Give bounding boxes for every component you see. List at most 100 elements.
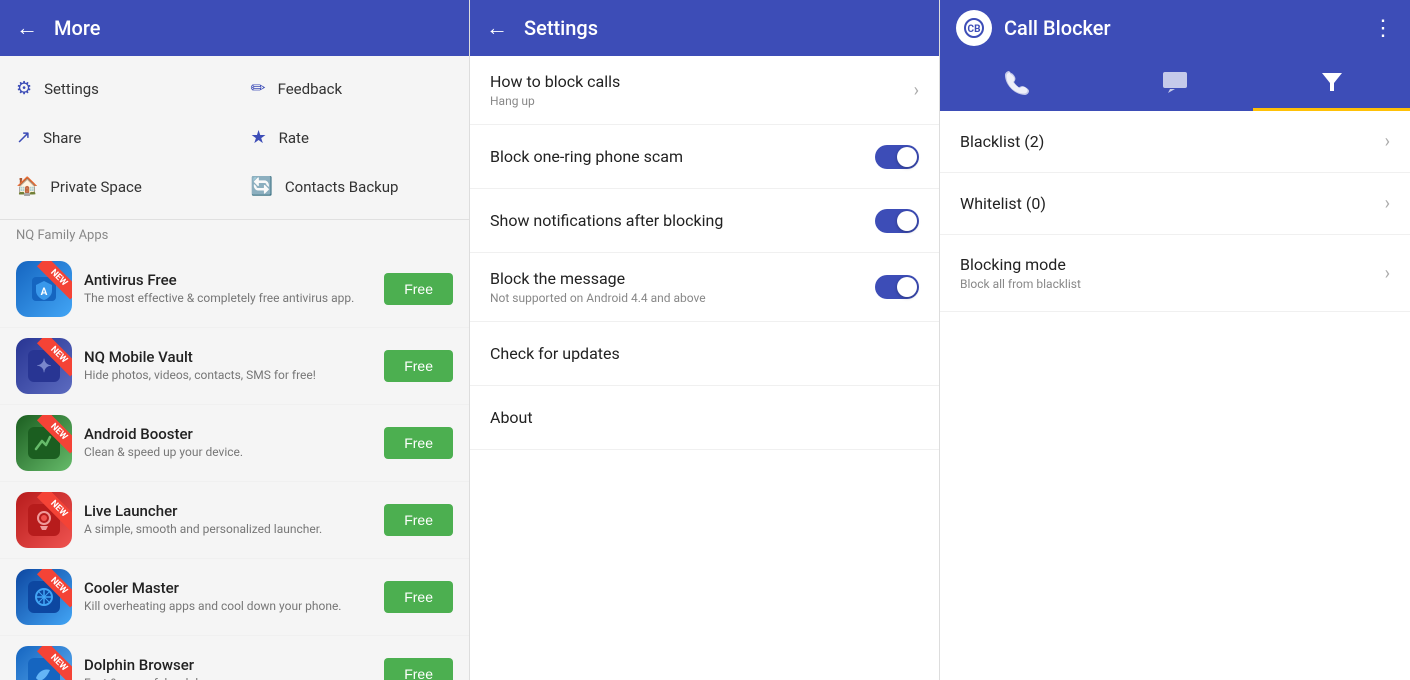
app-name: Antivirus Free [84,271,372,289]
install-button[interactable]: Free [384,658,453,680]
contacts-backup-icon: 🔄 [251,176,273,197]
toggle-notifications[interactable] [875,209,919,233]
list-item[interactable]: ✦ NQ Mobile Vault Hide photos, videos, c… [0,328,469,405]
cb-item-title: Blacklist (2) [960,132,1044,151]
app-info: Antivirus Free The most effective & comp… [84,271,372,307]
left-title: More [54,16,453,40]
svg-text:A: A [41,287,48,298]
menu-feedback[interactable]: ✏ Feedback [235,64,470,113]
settings-item-title: Show notifications after blocking [490,211,875,230]
feedback-label: Feedback [278,80,343,98]
left-header: ← More [0,0,469,56]
cb-item-content: Blocking mode Block all from blacklist [960,255,1081,291]
app-list: A Antivirus Free The most effective & co… [0,251,469,680]
settings-item-one-ring[interactable]: Block one-ring phone scam [470,125,939,189]
settings-item-content: About [490,408,919,427]
app-icon-antivirus: A [16,261,72,317]
tab-calls[interactable] [940,56,1097,108]
install-button[interactable]: Free [384,504,453,536]
app-info: Cooler Master Kill overheating apps and … [84,579,372,615]
rate-label: Rate [279,129,309,147]
cb-item-blacklist[interactable]: Blacklist (2) › [940,111,1410,173]
settings-item-check-updates[interactable]: Check for updates [470,322,939,386]
app-icon-vault: ✦ [16,338,72,394]
back-arrow-middle[interactable]: ← [486,15,508,41]
list-item[interactable]: Android Booster Clean & speed up your de… [0,405,469,482]
toggle-block-message[interactable] [875,275,919,299]
app-info: Live Launcher A simple, smooth and perso… [84,502,372,538]
settings-icon: ⚙ [16,78,32,99]
list-item[interactable]: Dolphin Browser Fast & powerful web brow… [0,636,469,680]
settings-item-title: About [490,408,919,427]
private-space-label: Private Space [50,178,141,196]
list-item[interactable]: A Antivirus Free The most effective & co… [0,251,469,328]
rate-icon: ★ [251,127,267,148]
cb-item-whitelist[interactable]: Whitelist (0) › [940,173,1410,235]
cb-item-content: Whitelist (0) [960,194,1046,213]
app-icon-booster [16,415,72,471]
app-desc: Clean & speed up your device. [84,445,372,461]
three-dots-menu[interactable]: ⋮ [1372,16,1394,41]
call-blocker-title: Call Blocker [1004,16,1360,40]
cb-item-blocking-mode[interactable]: Blocking mode Block all from blacklist › [940,235,1410,312]
left-panel: ← More ⚙ Settings ✏ Feedback ↗ Share ★ R… [0,0,470,680]
svg-text:CB: CB [968,24,981,35]
menu-contacts-backup[interactable]: 🔄 Contacts Backup [235,162,470,211]
settings-list: How to block calls Hang up › Block one-r… [470,56,939,680]
app-desc: Fast & powerful web browser. [84,676,372,680]
settings-item-title: Block the message [490,269,875,288]
chevron-icon: › [1385,263,1390,284]
call-blocker-header: CB Call Blocker ⋮ [940,0,1410,56]
chevron-icon: › [1385,131,1390,152]
menu-grid: ⚙ Settings ✏ Feedback ↗ Share ★ Rate 🏠 P… [0,56,469,220]
app-name: Cooler Master [84,579,372,597]
chevron-icon: › [1385,193,1390,214]
menu-private-space[interactable]: 🏠 Private Space [0,162,235,211]
back-arrow-left[interactable]: ← [16,15,38,41]
toggle-one-ring[interactable] [875,145,919,169]
settings-item-block-message[interactable]: Block the message Not supported on Andro… [470,253,939,322]
middle-panel: ← Settings How to block calls Hang up › … [470,0,940,680]
call-blocker-logo: CB [956,10,992,46]
install-button[interactable]: Free [384,427,453,459]
share-label: Share [43,129,81,147]
app-name: NQ Mobile Vault [84,348,372,366]
svg-text:✦: ✦ [36,356,51,377]
settings-label: Settings [44,80,99,98]
middle-header: ← Settings [470,0,939,56]
nq-section-label: NQ Family Apps [0,220,469,251]
settings-item-title: How to block calls [490,72,914,91]
middle-title: Settings [524,16,923,40]
list-item[interactable]: Live Launcher A simple, smooth and perso… [0,482,469,559]
app-desc: Kill overheating apps and cool down your… [84,599,372,615]
settings-item-sub: Not supported on Android 4.4 and above [490,291,875,305]
tab-messages[interactable] [1097,56,1254,108]
list-item[interactable]: Cooler Master Kill overheating apps and … [0,559,469,636]
settings-item-block-calls[interactable]: How to block calls Hang up › [470,56,939,125]
tab-bar [940,56,1410,111]
settings-item-content: How to block calls Hang up [490,72,914,108]
install-button[interactable]: Free [384,581,453,613]
menu-settings[interactable]: ⚙ Settings [0,64,235,113]
settings-item-about[interactable]: About [470,386,939,450]
app-icon-dolphin [16,646,72,680]
cb-item-sub: Block all from blacklist [960,277,1081,291]
cb-item-content: Blacklist (2) [960,132,1044,151]
install-button[interactable]: Free [384,273,453,305]
app-name: Android Booster [84,425,372,443]
app-desc: The most effective & completely free ant… [84,291,372,307]
feedback-icon: ✏ [251,78,266,99]
settings-item-notifications[interactable]: Show notifications after blocking [470,189,939,253]
cb-item-title: Blocking mode [960,255,1081,274]
app-desc: A simple, smooth and personalized launch… [84,522,372,538]
settings-item-title: Check for updates [490,344,919,363]
menu-share[interactable]: ↗ Share [0,113,235,162]
tab-filter[interactable] [1253,56,1410,108]
app-desc: Hide photos, videos, contacts, SMS for f… [84,368,372,384]
app-name: Live Launcher [84,502,372,520]
app-name: Dolphin Browser [84,656,372,674]
install-button[interactable]: Free [384,350,453,382]
app-icon-cooler [16,569,72,625]
app-info: Android Booster Clean & speed up your de… [84,425,372,461]
menu-rate[interactable]: ★ Rate [235,113,470,162]
